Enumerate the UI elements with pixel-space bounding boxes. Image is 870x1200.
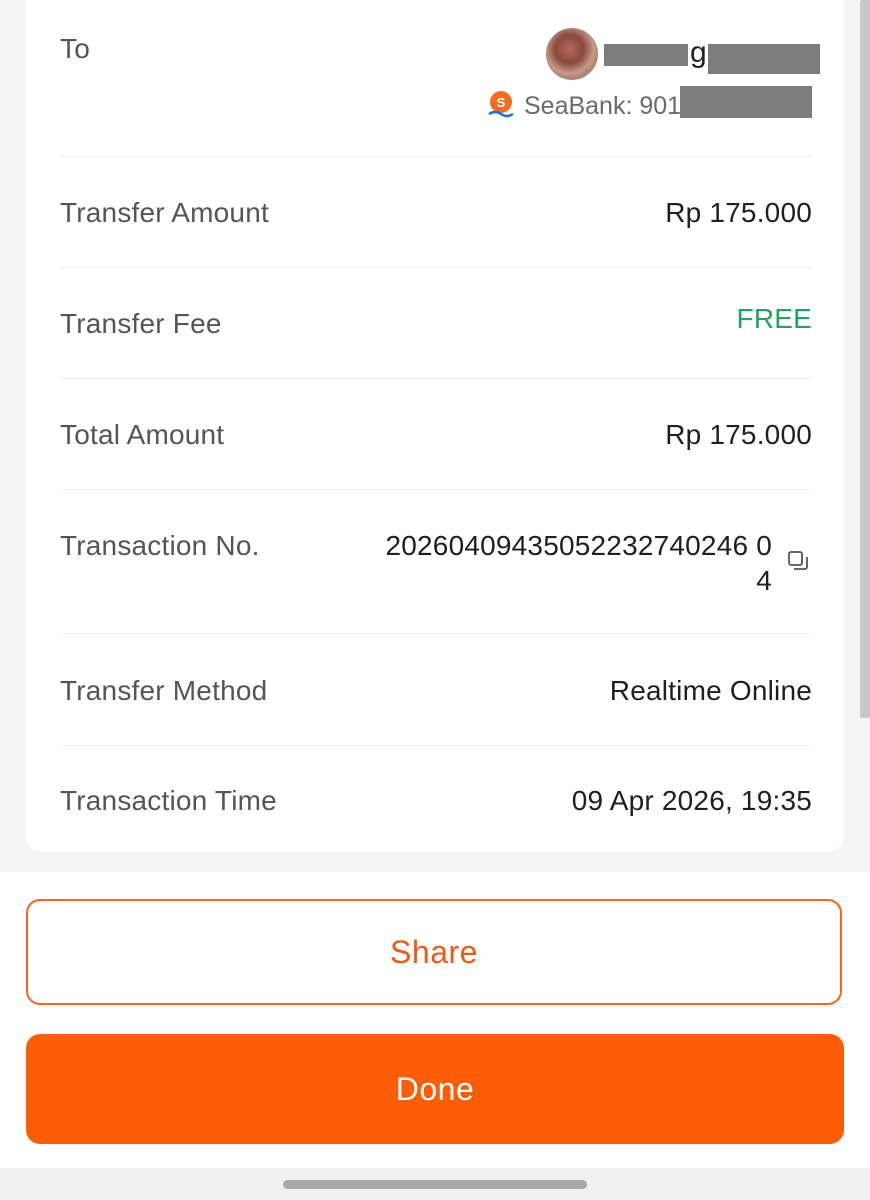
home-indicator[interactable] — [283, 1180, 587, 1189]
seabank-logo-icon: S — [488, 91, 514, 118]
transfer-amount-value: Rp 175.000 — [665, 197, 812, 228]
transfer-method-row: Transfer Method Realtime Online — [60, 634, 812, 745]
total-amount-label: Total Amount — [60, 419, 225, 450]
redacted-account-number — [680, 86, 812, 118]
transfer-method-value: Realtime Online — [609, 675, 812, 706]
transfer-fee-label: Transfer Fee — [60, 308, 222, 339]
share-button[interactable]: Share — [26, 899, 842, 1005]
transfer-amount-label: Transfer Amount — [60, 197, 269, 228]
recipient-row: To — [60, 0, 812, 156]
transaction-time-value: 09 Apr 2026, 19:35 — [571, 785, 812, 816]
total-amount-value: Rp 175.000 — [665, 419, 812, 450]
recipient-bank-account: SeaBank: 901 — [524, 92, 682, 120]
done-button[interactable]: Done — [26, 1034, 844, 1144]
redacted-name-part-1 — [604, 44, 688, 66]
transaction-number-label: Transaction No. — [60, 530, 260, 561]
transfer-method-label: Transfer Method — [60, 675, 268, 706]
transaction-number-value-line1: 20260409435052232740246 0 — [385, 530, 772, 561]
transfer-fee-row: Transfer Fee FREE — [60, 268, 812, 378]
recipient-name-fragment: g — [690, 36, 707, 69]
total-amount-row: Total Amount Rp 175.000 — [60, 379, 812, 489]
transfer-amount-row: Transfer Amount Rp 175.000 — [60, 157, 812, 267]
transaction-time-row: Transaction Time 09 Apr 2026, 19:35 — [60, 746, 812, 846]
transaction-time-label: Transaction Time — [60, 785, 277, 816]
transaction-number-value-line2: 4 — [756, 565, 772, 596]
copy-icon[interactable] — [786, 549, 810, 573]
transaction-number-row: Transaction No. 20260409435052232740246 … — [60, 490, 812, 633]
svg-text:S: S — [497, 95, 506, 110]
redacted-name-part-2 — [708, 44, 820, 74]
recipient-label: To — [60, 33, 90, 64]
transfer-fee-value: FREE — [736, 303, 812, 334]
recipient-avatar — [546, 28, 598, 80]
scrollbar[interactable] — [860, 0, 870, 718]
